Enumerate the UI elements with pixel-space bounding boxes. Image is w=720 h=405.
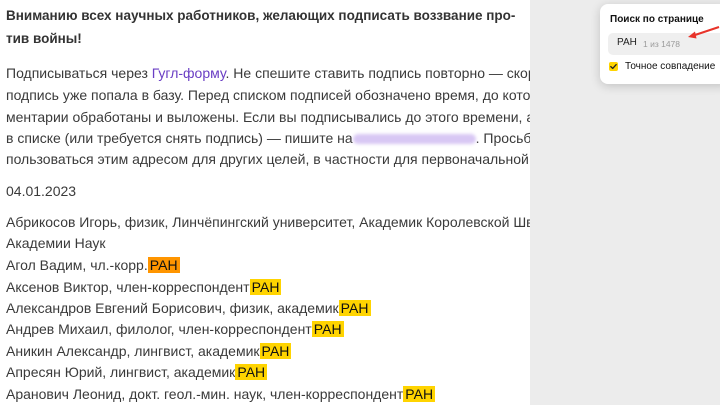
list-item: Аранович Леонид, докт. геол.-мин. наук, …: [6, 383, 526, 405]
list-item-text: Аксенов Виктор, член-корреспондент: [6, 279, 250, 295]
list-item: Андрев Михаил, филолог, член-корреспонде…: [6, 318, 526, 340]
search-match-current: РАН: [147, 257, 180, 273]
paragraph-line-5: пользоваться этим адресом для других цел…: [6, 151, 591, 167]
find-on-page-panel: Поиск по странице РАН 1 из 1478 Точное с…: [600, 4, 720, 84]
search-match: РАН: [249, 279, 282, 295]
paragraph-line-2: подпись уже попала в базу. Перед списком…: [6, 87, 591, 103]
list-item: Аникин Александр, лингвист, академик РАН: [6, 340, 526, 362]
list-item: Агол Вадим, чл.-корр. РАН: [6, 254, 526, 276]
paragraph-line-3: ментарии обработаны и выложены. Если вы …: [6, 109, 586, 125]
list-item-text: Аникин Александр, лингвист, академик: [6, 343, 260, 359]
search-match: РАН: [311, 321, 344, 337]
search-match: РАН: [259, 343, 292, 359]
list-item-text: Агол Вадим, чл.-корр.: [6, 257, 148, 273]
google-form-link[interactable]: Гугл-форму: [152, 65, 226, 81]
paragraph-line-1: Подписываться через Гугл-форму. Не спеши…: [6, 62, 594, 84]
list-item-text: Апресян Юрий, лингвист, академик: [6, 364, 236, 380]
list-item-text: Андрев Михаил, филолог, член-корреспонде…: [6, 321, 312, 337]
match-counter: 1 из 1478: [643, 39, 681, 49]
article-heading-line-1: Вниманию всех научных работников, желающ…: [6, 8, 516, 23]
list-item: Аксенов Виктор, член-корреспондент РАН: [6, 276, 526, 298]
list-item-text: Александров Евгений Борисович, физик, ак…: [6, 300, 339, 316]
list-item: Апресян Юрий, лингвист, академик РАН: [6, 361, 526, 383]
email-link-blurred[interactable]: [352, 134, 476, 145]
find-query-value: РАН: [617, 37, 637, 48]
list-date: 04.01.2023: [6, 183, 77, 199]
red-arrow-annotation-icon: [688, 26, 720, 39]
check-icon: [610, 63, 617, 70]
article-content: Вниманию всех научных работников, желающ…: [0, 0, 594, 405]
list-item: Абрикосов Игорь, физик, Линчёпингский ун…: [6, 214, 578, 230]
list-item: Александров Евгений Борисович, физик, ак…: [6, 297, 526, 319]
paragraph-line-4: в списке (или требуется снять подпись) —…: [6, 127, 558, 149]
paragraph-text: в списке (или требуется снять подпись) —…: [6, 130, 353, 146]
list-item-continued: Академии Наук: [6, 235, 106, 251]
paragraph-text: Подписываться через: [6, 65, 152, 81]
exact-match-label: Точное совпадение: [625, 61, 716, 72]
article-heading-line-2: тив войны!: [6, 31, 82, 46]
search-match: РАН: [338, 300, 371, 316]
exact-match-checkbox[interactable]: [609, 62, 618, 71]
search-match: РАН: [403, 386, 436, 402]
search-match: РАН: [235, 364, 268, 380]
list-item-text: Аранович Леонид, докт. геол.-мин. наук, …: [6, 386, 404, 402]
